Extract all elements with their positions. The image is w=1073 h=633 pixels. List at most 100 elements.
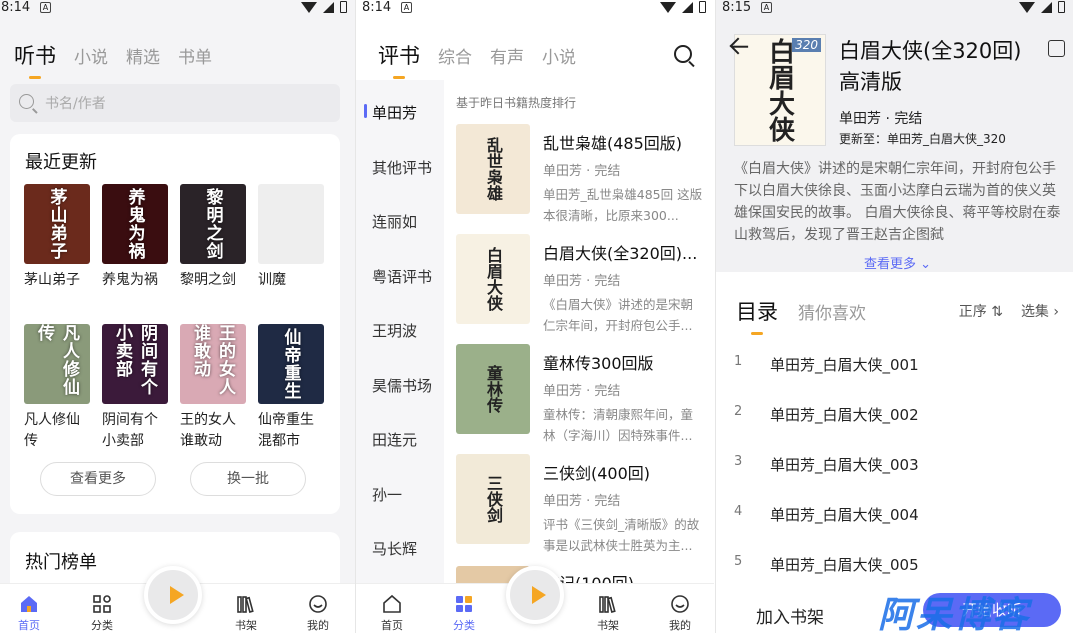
- view-more-button[interactable]: 查看更多: [40, 462, 156, 496]
- play-button[interactable]: [144, 566, 202, 624]
- list-item[interactable]: 童林传 童林传300回版 单田芳 · 完结 童林传：清朝康熙年间，童林（字海川）因特殊…: [456, 344, 706, 444]
- book-item[interactable]: 养鬼为祸 养鬼为祸: [102, 184, 168, 324]
- panel-category: 8:14 A 评书 综合 有声 小说 单田芳 其他评书 连丽如 粤语评书 王玥波 昊儒书场…: [356, 0, 714, 633]
- swap-batch-button[interactable]: 换一批: [190, 462, 306, 496]
- list-item[interactable]: 白眉大侠 白眉大侠(全320回)... 单田芳 · 完结 《白眉大侠》讲述的是宋朝仁宗…: [456, 234, 706, 334]
- tab-general[interactable]: 综合: [438, 43, 472, 68]
- sort-order-button[interactable]: 正序 ⇅: [959, 301, 1003, 321]
- profile-icon: [309, 595, 327, 613]
- book-cover: 阴间有个小卖部: [102, 324, 168, 404]
- book-title: 三侠剑(400回): [543, 464, 651, 483]
- tab-pingshu[interactable]: 评书: [378, 40, 420, 79]
- book-cover: 童林传: [456, 344, 530, 434]
- book-cover-text: 阴间有个小卖部: [112, 324, 157, 396]
- book-cover-text: 茅山弟子: [46, 188, 67, 260]
- tab-booklist[interactable]: 书单: [178, 43, 212, 68]
- sidebar-item-category[interactable]: 单田芳: [372, 102, 417, 123]
- nav-home-label: 首页: [381, 619, 403, 632]
- chapter-row[interactable]: 2 单田芳_白眉大侠_002: [734, 404, 1054, 444]
- wifi-icon: [301, 1, 317, 13]
- ranking-header: 基于昨日书籍热度排行: [456, 96, 577, 110]
- tab-listen[interactable]: 听书: [14, 40, 56, 79]
- chapter-row[interactable]: 4 单田芳_白眉大侠_004: [734, 504, 1054, 544]
- book-title: 阴间有个小卖部: [102, 412, 158, 449]
- tab-novel[interactable]: 小说: [74, 43, 108, 68]
- book-item[interactable]: 凡人修仙传 凡人修仙传: [24, 324, 90, 464]
- book-cover: 养鬼为祸: [102, 184, 168, 264]
- sidebar-item-category[interactable]: 田连元: [372, 429, 417, 450]
- search-input[interactable]: 书名/作者: [10, 84, 340, 122]
- search-icon[interactable]: [674, 45, 692, 63]
- chapter-number: 2: [734, 404, 743, 419]
- book-title: 凡人修仙传: [24, 412, 80, 449]
- book-title: 白眉大侠(全320回)...: [543, 244, 698, 263]
- play-button[interactable]: [506, 566, 564, 624]
- book-cover: [258, 184, 324, 264]
- chapter-name: 单田芳_白眉大侠_001: [770, 356, 919, 374]
- list-item[interactable]: 三侠剑 三侠剑(400回) 单田芳 · 完结 评书《三侠剑_清晰版》的故事是以武林侠士…: [456, 454, 706, 554]
- notification-icon: A: [761, 2, 772, 13]
- nav-bookshelf[interactable]: 书架: [226, 594, 266, 633]
- nav-mine-label: 我的: [307, 619, 329, 632]
- book-title: 仙帝重生混都市: [258, 412, 314, 449]
- tab-novel[interactable]: 小说: [542, 43, 576, 68]
- sidebar-item-category[interactable]: 连丽如: [372, 211, 417, 232]
- book-cover: 白眉大侠 320: [734, 34, 826, 146]
- nav-category[interactable]: 分类: [82, 594, 122, 633]
- book-cover-text: 凡人修仙传: [34, 324, 79, 396]
- category-icon: [93, 595, 111, 613]
- nav-home[interactable]: 首页: [372, 594, 412, 633]
- book-cover: 茅山弟子: [24, 184, 90, 264]
- recent-updates-card: 最近更新 茅山弟子 茅山弟子 养鬼为祸 养鬼为祸 黎明之剑 黎明之剑 训魔 凡人修仙传 凡人修仙…: [10, 134, 340, 514]
- book-cover-text: 白眉大侠: [484, 247, 503, 311]
- chapter-row[interactable]: 1 单田芳_白眉大侠_001: [734, 354, 1054, 394]
- nav-mine[interactable]: 我的: [660, 594, 700, 633]
- book-description: 单田芳_乱世枭雄485回 这版本很清晰，比原来300...: [543, 187, 703, 223]
- book-cover: 黎明之剑: [180, 184, 246, 264]
- expand-more-link[interactable]: 查看更多 ⌄: [864, 253, 931, 272]
- book-item[interactable]: 茅山弟子 茅山弟子: [24, 184, 90, 324]
- add-to-shelf-button[interactable]: 加入书架: [756, 603, 824, 628]
- book-cover: 王的女人谁敢动: [180, 324, 246, 404]
- bookshelf-icon: [237, 596, 254, 614]
- nav-category[interactable]: 分类: [444, 594, 484, 633]
- book-cover: 仙帝重生: [258, 324, 324, 404]
- wifi-icon: [660, 1, 676, 13]
- book-author: 单田芳 · 完结: [543, 494, 621, 509]
- book-cover-text: 童林传: [484, 365, 503, 413]
- book-item[interactable]: 训魔: [258, 184, 324, 324]
- book-title: 乱世枭雄(485回版): [543, 134, 683, 153]
- sort-order-label: 正序: [958, 304, 987, 320]
- sidebar-item-category[interactable]: 粤语评书: [372, 266, 432, 287]
- book-item[interactable]: 仙帝重生仙帝重生混都市: [258, 324, 324, 464]
- sidebar-item-category[interactable]: 王玥波: [372, 320, 417, 341]
- chapter-name: 单田芳_白眉大侠_003: [770, 456, 919, 474]
- book-cover: 凡人修仙传: [24, 324, 90, 404]
- nav-bookshelf[interactable]: 书架: [588, 594, 628, 633]
- chapter-name: 单田芳_白眉大侠_004: [770, 506, 919, 524]
- sidebar-item-category[interactable]: 昊儒书场: [372, 375, 432, 396]
- tab-recommend[interactable]: 猜你喜欢: [798, 299, 866, 324]
- sidebar-item-category[interactable]: 马长辉: [372, 538, 417, 559]
- tab-featured[interactable]: 精选: [126, 43, 160, 68]
- status-bar: 8:14 A: [0, 0, 355, 18]
- book-item[interactable]: 阴间有个小卖部 阴间有个小卖部: [102, 324, 168, 464]
- nav-bookshelf-label: 书架: [235, 619, 257, 632]
- share-icon[interactable]: [1048, 40, 1065, 57]
- tab-audio[interactable]: 有声: [490, 43, 524, 68]
- book-item[interactable]: 黎明之剑 黎明之剑: [180, 184, 246, 324]
- book-cover: 三侠剑: [456, 454, 530, 544]
- detail-tabs: 目录 猜你喜欢: [736, 296, 866, 335]
- select-episode-button[interactable]: 选集 ›: [1021, 301, 1059, 321]
- book-item[interactable]: 王的女人谁敢动 王的女人谁敢动: [180, 324, 246, 464]
- chapter-row[interactable]: 3 单田芳_白眉大侠_003: [734, 454, 1054, 494]
- nav-category-label: 分类: [91, 619, 113, 632]
- list-item[interactable]: 乱世枭雄 乱世枭雄(485回版) 单田芳 · 完结 单田芳_乱世枭雄485回 这版本很…: [456, 124, 706, 224]
- tab-contents[interactable]: 目录: [736, 296, 778, 335]
- nav-home[interactable]: 首页: [9, 594, 49, 633]
- nav-mine[interactable]: 我的: [298, 594, 338, 633]
- nav-home-label: 首页: [18, 619, 40, 632]
- sidebar-item-category[interactable]: 孙一: [372, 484, 402, 505]
- sort-icon: ⇅: [991, 304, 1003, 320]
- sidebar-item-category[interactable]: 其他评书: [372, 157, 432, 178]
